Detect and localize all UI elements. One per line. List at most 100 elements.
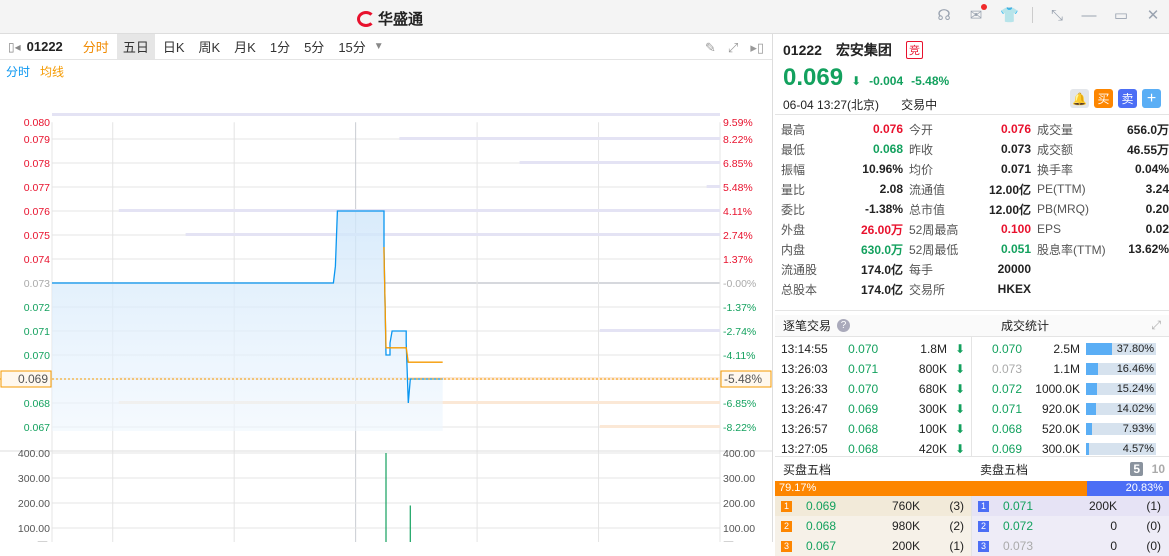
intraday-chart[interactable]: 0.069 -5.48% 0.080 9.59% 0.079 8.22% 0.078 6.85… — [0, 83, 773, 542]
bid-title: 买盘五档 — [783, 462, 832, 477]
trade-volume: 420K — [918, 442, 947, 456]
stat-label: 昨收 — [909, 142, 934, 157]
trade-volume: 680K — [918, 382, 947, 396]
stat-label: 内盘 — [781, 242, 806, 257]
tab-monthly-k[interactable]: 月K — [228, 34, 262, 59]
trade-row: 13:26:33 0.070 680K ⬇ — [781, 379, 965, 399]
bid-volume: 980K — [891, 519, 920, 533]
shrink-icon[interactable]: ⤡ — [1049, 7, 1065, 24]
stat-label: 股息率(TTM) — [1037, 242, 1106, 257]
tab-daily-k[interactable]: 日K — [157, 34, 191, 59]
ask-row[interactable]: 3 0.073 0 (0) — [972, 536, 1169, 556]
sell-button[interactable]: 卖 — [1118, 89, 1137, 108]
chart-toolbar: ▯◂ 01222 分时 五日 日K 周K 月K 1分 5分 15分 ▼ ✎ ⤢ … — [0, 34, 772, 60]
tab-5min[interactable]: 5分 — [298, 34, 330, 59]
price-change: -0.004 — [869, 74, 904, 88]
expand-icon[interactable]: ⤢ — [1151, 318, 1161, 333]
pct-tick-label: 9.59% — [723, 117, 753, 129]
ask-price: 0.072 — [1003, 519, 1034, 533]
stat-item: 成交量 656.0万 — [1037, 119, 1169, 139]
bid-volume: 200K — [891, 539, 920, 553]
levels-10-button[interactable]: 10 — [1152, 462, 1165, 476]
price-tick-label: 0.071 — [24, 326, 50, 338]
minimize-icon[interactable]: — — [1081, 7, 1097, 24]
stat-value: 630.0万 — [860, 242, 903, 257]
ask-depth-bar — [399, 137, 720, 140]
price-tick-label: 0.080 — [24, 117, 50, 129]
price-tick-label: 0.075 — [24, 230, 50, 242]
draw-pen-icon[interactable]: ✎ — [705, 40, 716, 56]
ask-row[interactable]: 1 0.071 200K (1) — [972, 496, 1169, 516]
bid-row[interactable]: 3 0.067 200K (1) — [775, 536, 971, 556]
more-periods-dropdown[interactable]: ▼ — [374, 41, 384, 52]
trade-time: 13:26:03 — [781, 362, 828, 376]
tab-weekly-k[interactable]: 周K — [193, 34, 227, 59]
stat-item: 52周最高 0.100 — [909, 219, 1037, 239]
auction-badge: 竞 — [905, 41, 923, 59]
close-icon[interactable]: ✕ — [1145, 6, 1161, 24]
ask-depth-bar — [706, 185, 720, 188]
buy-button[interactable]: 买 — [1094, 89, 1113, 108]
quote-name: 宏安集团 — [835, 42, 892, 58]
tab-15min[interactable]: 15分 — [332, 34, 371, 59]
trade-volume: 100K — [918, 422, 947, 436]
stat-value: 0.20 — [1145, 202, 1169, 216]
tab-1min[interactable]: 1分 — [264, 34, 296, 59]
ask-price: 0.073 — [1003, 539, 1034, 553]
stat-value: 0.076 — [1000, 122, 1031, 136]
stat-pct-label: 7.93% — [1122, 423, 1154, 435]
ask-row[interactable]: 2 0.072 0 (0) — [972, 516, 1169, 536]
stat-label: 外盘 — [781, 222, 806, 237]
stat-value: 174.0亿 — [860, 262, 903, 277]
stat-pct-fill — [1086, 383, 1097, 395]
stock-code: 01222 — [26, 39, 63, 54]
stat-label: 换手率 — [1037, 162, 1074, 177]
alert-bell-button[interactable]: 🔔 — [1070, 89, 1089, 108]
stat-item: 成交额 46.55万 — [1037, 139, 1169, 159]
bid-row[interactable]: 1 0.069 760K (3) — [775, 496, 971, 516]
help-icon[interactable]: ? — [837, 319, 851, 332]
ask-price: 0.071 — [1003, 499, 1034, 513]
ask-volume: 200K — [1088, 499, 1117, 513]
bid-level: 2 — [781, 520, 792, 532]
pct-tick-label: -1.37% — [723, 302, 756, 314]
stat-item: 最低 0.068 — [781, 139, 909, 159]
stat-item — [1037, 279, 1169, 299]
legend-avg-line: 均线 — [40, 65, 65, 79]
trade-stat-row: 0.072 1000.0K 15.24% — [978, 379, 1163, 399]
pct-tick-label: 6.85% — [723, 158, 753, 170]
stat-value: 0.04% — [1134, 162, 1169, 176]
bid-row[interactable]: 2 0.068 980K (2) — [775, 516, 971, 536]
trade-price: 0.068 — [848, 422, 879, 436]
add-watchlist-button[interactable]: + — [1142, 89, 1161, 108]
tab-five-day[interactable]: 五日 — [116, 34, 155, 59]
collapse-icon[interactable]: ▯◂ — [8, 40, 21, 54]
headset-icon[interactable]: ☊ — [936, 6, 952, 24]
stat-value: 0.076 — [872, 122, 903, 136]
stat-price: 0.068 — [992, 422, 1023, 436]
stat-item: 换手率 0.04% — [1037, 159, 1169, 179]
stat-volume: 920.0K — [1041, 402, 1080, 416]
stat-pct-fill — [1086, 403, 1096, 415]
shirt-icon[interactable]: 👕 — [1000, 6, 1019, 24]
fullscreen-icon[interactable]: ⤢ — [728, 40, 738, 56]
pct-tick-label: 1.37% — [723, 254, 753, 266]
stat-pct-fill — [1086, 423, 1092, 435]
pct-tick-label: 4.11% — [723, 206, 752, 218]
stat-value: 20000 — [997, 262, 1031, 276]
bid-orders: (3) — [949, 499, 964, 513]
tab-intraday[interactable]: 分时 — [77, 34, 115, 59]
stat-label: 成交额 — [1037, 142, 1074, 157]
maximize-icon[interactable]: ▭ — [1113, 6, 1129, 24]
trade-stat-row: 0.068 520.0K 7.93% — [978, 419, 1163, 439]
levels-5-button[interactable]: 5 — [1130, 462, 1143, 476]
stat-label: 流通股 — [781, 262, 818, 277]
stat-item: 股息率(TTM) 13.62% — [1037, 239, 1169, 259]
ask-orders: (1) — [1146, 499, 1161, 513]
stat-pct-fill — [1086, 363, 1098, 375]
trade-row: 13:26:03 0.071 800K ⬇ — [781, 359, 965, 379]
ask-list: 1 0.071 200K (1) 2 0.072 0 (0) 3 0.073 0 (0) — [972, 496, 1169, 556]
expand-panel-icon[interactable]: ▸▯ — [750, 40, 764, 56]
stat-volume: 2.5M — [1053, 342, 1080, 356]
mail-icon[interactable]: ✉ — [968, 4, 987, 24]
